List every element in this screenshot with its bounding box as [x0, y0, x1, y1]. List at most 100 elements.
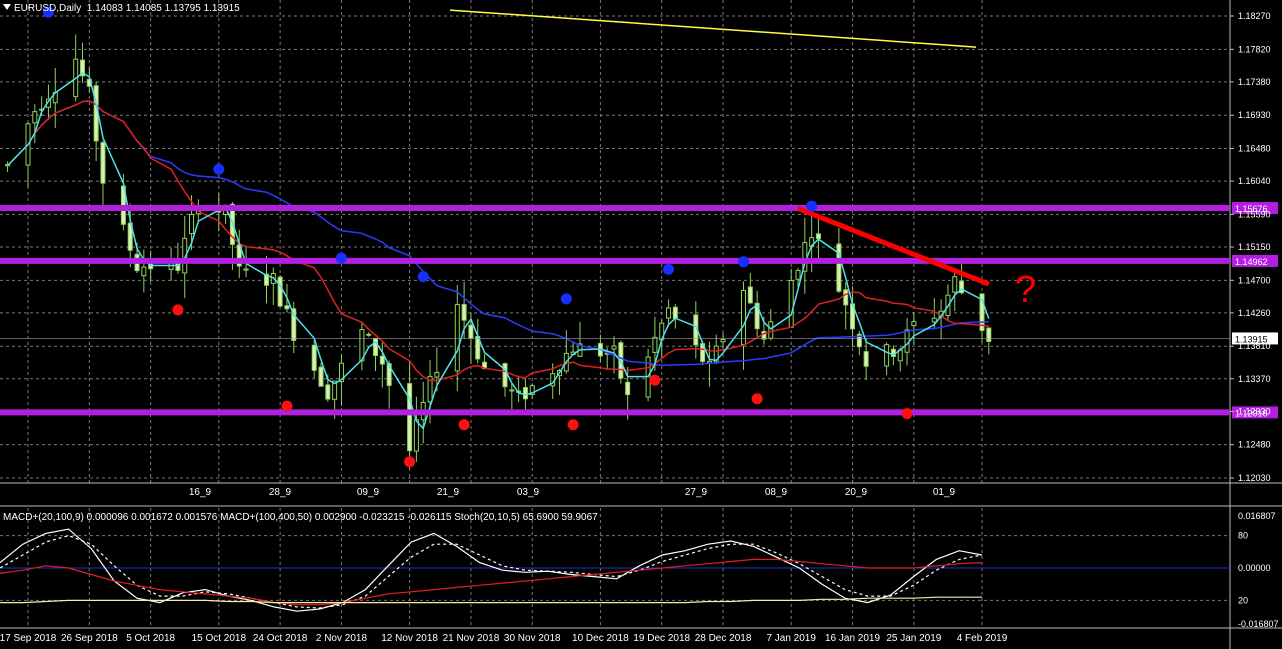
fractal-up-marker — [663, 263, 675, 275]
candle-body — [741, 289, 746, 345]
candle-body — [318, 366, 324, 387]
candle-body — [325, 384, 331, 400]
time-tick-label: 5 Oct 2018 — [126, 633, 175, 644]
price-tick-label: 1.15590 — [1238, 209, 1271, 219]
price-tick-label: 1.12030 — [1238, 473, 1271, 483]
time-tick-label: 26 Sep 2018 — [61, 633, 118, 644]
sub-axis-label: 09_9 — [357, 487, 380, 498]
indicator-tick-label: 0.016807 — [1238, 511, 1276, 521]
price-tick-label: 1.17820 — [1238, 44, 1271, 54]
time-tick-label: 28 Dec 2018 — [695, 633, 752, 644]
time-tick-label: 16 Jan 2019 — [825, 633, 880, 644]
question-mark-annotation: ? — [1015, 269, 1036, 311]
fractal-down-marker — [172, 304, 184, 316]
indicator-tick-label: 80 — [1238, 531, 1248, 541]
sub-axis-label: 28_9 — [269, 487, 292, 498]
candle-body — [931, 317, 937, 323]
chart-header: EURUSD,Daily 1.14083 1.14085 1.13795 1.1… — [3, 3, 240, 14]
price-tick-label: 1.16480 — [1238, 144, 1271, 154]
time-tick-label: 10 Dec 2018 — [572, 633, 629, 644]
price-tick-label: 1.12930 — [1238, 406, 1271, 416]
candle-body — [379, 355, 385, 365]
time-tick-label: 25 Jan 2019 — [886, 633, 941, 644]
candle-body — [141, 266, 147, 277]
symbol-label: EURUSD,Daily — [14, 3, 82, 14]
fractal-down-marker — [404, 456, 416, 468]
fractal-down-marker — [751, 393, 763, 405]
time-tick-label: 24 Oct 2018 — [253, 633, 308, 644]
chart-background — [0, 0, 1282, 649]
candle-body — [509, 389, 515, 392]
time-tick-label: 30 Nov 2018 — [504, 633, 561, 644]
indicator-tick-label: -0.016807 — [1238, 619, 1279, 629]
sub-axis-label: 27_9 — [685, 487, 708, 498]
candle-body — [366, 333, 372, 336]
sub-axis-label: 21_9 — [437, 487, 460, 498]
price-tick-label: 1.18270 — [1238, 11, 1271, 21]
fractal-down-marker — [649, 374, 661, 386]
candle-body — [407, 383, 413, 452]
fractal-up-marker — [213, 163, 225, 175]
candle-body — [843, 289, 849, 306]
sub-axis-label: 01_9 — [933, 487, 956, 498]
candle-body — [911, 321, 917, 327]
candle-body — [652, 336, 658, 353]
candle-body — [795, 269, 801, 280]
candle-body — [625, 381, 631, 396]
candle-body — [768, 321, 774, 339]
candle-body — [611, 345, 617, 350]
candle-body — [434, 372, 440, 378]
time-tick-label: 15 Oct 2018 — [192, 633, 247, 644]
sub-axis-label: 03_9 — [517, 487, 540, 498]
candle-body — [468, 324, 474, 339]
indicator-tick-label: 0.00000 — [1238, 563, 1271, 573]
time-tick-label: 4 Feb 2019 — [957, 633, 1008, 644]
candle-body — [904, 329, 910, 353]
time-axis: 17 Sep 2018 26 Sep 2018 5 Oct 2018 15 Oct 2… — [0, 633, 1008, 644]
fractal-up-marker — [738, 256, 749, 268]
fractal-up-marker — [417, 271, 429, 283]
candle-body — [952, 276, 958, 293]
sub-axis-label: 08_9 — [765, 487, 788, 498]
candle-body — [373, 337, 379, 357]
candle-body — [189, 213, 195, 235]
fractal-down-marker — [281, 400, 293, 412]
candle-body — [863, 351, 869, 367]
time-tick-label: 19 Dec 2018 — [633, 633, 690, 644]
price-tick-label: 1.16930 — [1238, 110, 1271, 120]
indicator-header: MACD+(20,100,9) 0.000096 0.001672 0.0015… — [3, 512, 598, 523]
price-tick-label: 1.15150 — [1238, 242, 1271, 252]
candle-body — [277, 276, 283, 307]
current-price-label: 1.13915 — [1235, 334, 1268, 344]
price-tick-label: 1.13370 — [1238, 374, 1271, 384]
fractal-down-marker — [458, 419, 470, 431]
fractal-up-marker — [806, 200, 818, 212]
time-tick-label: 17 Sep 2018 — [0, 633, 57, 644]
ohlc-values: 1.14083 1.14085 1.13795 1.13915 — [86, 3, 240, 14]
candle-body — [32, 111, 38, 124]
candle-body — [311, 344, 317, 371]
chart-canvas: 0.016807800.0000020-0.016807 1.156761.14… — [0, 0, 1282, 649]
price-tick-label: 1.12480 — [1238, 440, 1271, 450]
candle-body — [672, 306, 678, 320]
indicator-tick-label: 20 — [1238, 595, 1248, 605]
sub-axis-label: 16_9 — [189, 487, 212, 498]
candle-body — [502, 363, 508, 388]
candle-body — [454, 304, 460, 372]
candle-body — [836, 243, 842, 292]
candle-body — [986, 327, 992, 342]
fractal-up-marker — [560, 293, 572, 305]
level-price-label: 1.14962 — [1235, 257, 1268, 267]
candle-body — [243, 268, 249, 271]
candle-body — [815, 233, 821, 240]
triangle-down-icon[interactable] — [3, 4, 11, 10]
candle-body — [461, 304, 467, 321]
time-tick-label: 7 Jan 2019 — [766, 633, 816, 644]
price-tick-label: 1.16040 — [1238, 176, 1271, 186]
candle-body — [284, 305, 290, 310]
time-tick-label: 2 Nov 2018 — [316, 633, 368, 644]
time-tick-label: 21 Nov 2018 — [443, 633, 500, 644]
candle-body — [747, 286, 753, 304]
sub-axis-label: 20_9 — [845, 487, 868, 498]
candle-body — [884, 344, 890, 367]
